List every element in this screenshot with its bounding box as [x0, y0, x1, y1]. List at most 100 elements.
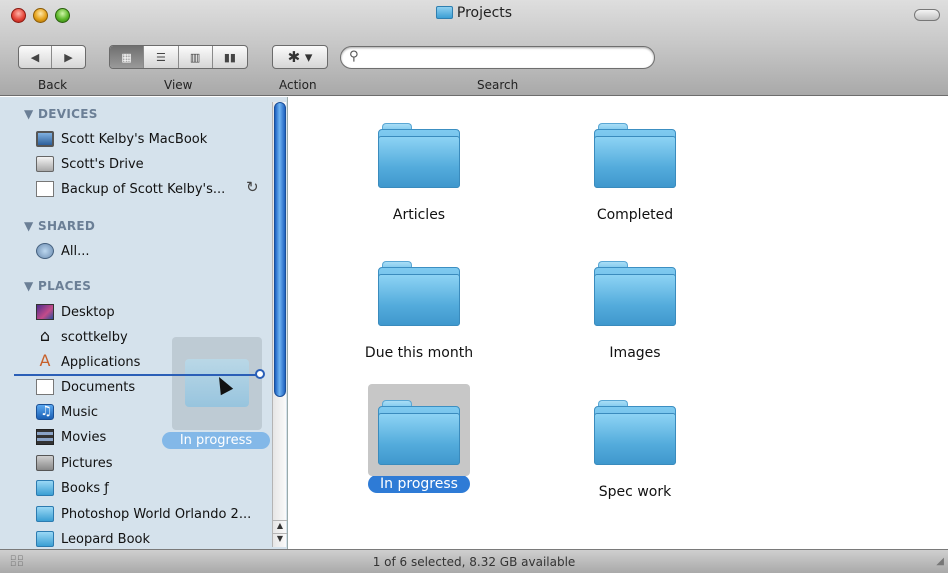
folder-icon: [36, 531, 54, 547]
folder-icon: [594, 123, 676, 188]
sidebar-item-music[interactable]: ♫ Music: [36, 401, 98, 423]
scroll-down-arrow-icon[interactable]: ▼: [273, 533, 287, 546]
coverflow-view-icon: ▮▮: [223, 50, 236, 64]
sidebar-item-label: All...: [61, 243, 90, 259]
drag-ghost-label: In progress: [162, 432, 270, 449]
folder-item-in-progress[interactable]: In progress: [329, 384, 509, 493]
column-view-button[interactable]: ▥: [179, 46, 213, 68]
sidebar-item-backup[interactable]: Backup of Scott Kelby's...: [36, 178, 225, 200]
sidebar-item-desktop[interactable]: Desktop: [36, 301, 115, 323]
toolbar-toggle-button[interactable]: [914, 9, 940, 21]
sidebar-section-devices[interactable]: ▼ DEVICES: [24, 107, 98, 121]
search-field[interactable]: ⚲: [340, 46, 655, 69]
window-title-area: Projects: [0, 5, 948, 21]
column-view-icon: ▥: [189, 50, 201, 64]
drop-indicator-dot: [255, 369, 265, 379]
folder-label: Images: [609, 345, 661, 361]
forward-arrow-icon: ▶: [64, 50, 73, 64]
back-forward-control: ◀ ▶: [18, 45, 86, 69]
folder-label: In progress: [368, 475, 470, 493]
coverflow-view-button[interactable]: ▮▮: [213, 46, 247, 68]
sidebar-scrollbar[interactable]: ▲ ▼: [272, 102, 287, 547]
folder-icon: [378, 123, 460, 188]
search-label: Search: [477, 78, 519, 92]
list-view-button[interactable]: ☰: [144, 46, 179, 68]
sidebar-item-photoshop-world[interactable]: Photoshop World Orlando 2...: [36, 503, 251, 525]
window-resize-icon[interactable]: ◢: [936, 556, 944, 567]
folder-item-spec-work[interactable]: Spec work: [545, 400, 725, 501]
sidebar-item-label: Music: [61, 404, 98, 420]
list-view-icon: ☰: [155, 50, 166, 64]
sidebar-item-label: Scott Kelby's MacBook: [61, 131, 208, 147]
pictures-icon: [36, 455, 54, 471]
view-label: View: [164, 78, 193, 92]
folder-item-images[interactable]: Images: [545, 261, 725, 362]
search-icon: ⚲: [349, 49, 359, 64]
scrollbar-thumb[interactable]: [274, 102, 286, 397]
network-icon: [36, 243, 54, 259]
documents-icon: [36, 379, 54, 395]
back-button[interactable]: ◀: [19, 46, 53, 68]
action-button[interactable]: ✱ ▾: [272, 45, 328, 69]
toolbar: Projects ◀ ▶ ▦ ☰ ▥ ▮▮ ✱ ▾ ⚲ Back View Ac…: [0, 0, 948, 96]
folder-icon: [594, 400, 676, 465]
disk-image-icon: [36, 181, 54, 197]
sidebar-item-all[interactable]: All...: [36, 240, 90, 262]
sidebar-item-books[interactable]: Books ƒ: [36, 477, 109, 499]
search-input[interactable]: [367, 50, 642, 65]
laptop-icon: [36, 131, 54, 147]
home-icon: ⌂: [39, 326, 51, 345]
sidebar-item-label: Backup of Scott Kelby's...: [61, 181, 226, 197]
sidebar-item-home[interactable]: ⌂ scottkelby: [36, 326, 128, 348]
folder-item-completed[interactable]: Completed: [545, 123, 725, 224]
sync-icon[interactable]: ↻: [246, 178, 259, 196]
music-icon: ♫: [36, 404, 54, 420]
sidebar-item-label: scottkelby: [61, 329, 128, 345]
back-arrow-icon: ◀: [30, 50, 40, 64]
sidebar-item-pictures[interactable]: Pictures: [36, 452, 112, 474]
sidebar-item-label: Books ƒ: [61, 480, 109, 496]
status-bar: ▫▫ ▫▫ 1 of 6 selected, 8.32 GB available …: [0, 549, 948, 573]
folder-label: Spec work: [598, 484, 672, 500]
sidebar-item-documents[interactable]: Documents: [36, 376, 135, 398]
sidebar-item-label: Documents: [61, 379, 136, 395]
icon-view-icon: ▦: [121, 50, 132, 64]
sidebar-item-label: Pictures: [61, 455, 113, 471]
scroll-up-arrow-icon[interactable]: ▲: [273, 520, 287, 533]
folder-item-due-this-month[interactable]: Due this month: [329, 261, 509, 362]
sidebar-section-shared[interactable]: ▼ SHARED: [24, 219, 95, 233]
forward-button[interactable]: ▶: [52, 46, 85, 68]
folder-label: Articles: [392, 207, 446, 223]
sidebar-item-scotts-drive[interactable]: Scott's Drive: [36, 153, 144, 175]
sidebar-item-label: Scott's Drive: [61, 156, 144, 172]
back-label: Back: [38, 78, 68, 92]
sidebar-item-label: Photoshop World Orlando 2...: [61, 506, 252, 522]
sidebar-item-leopard-book[interactable]: Leopard Book: [36, 528, 150, 549]
sidebar-item-label: Leopard Book: [61, 531, 151, 547]
folder-icon: [368, 384, 470, 476]
folder-item-articles[interactable]: Articles: [329, 123, 509, 224]
window-title: Projects: [456, 5, 513, 21]
finder-window: Projects ◀ ▶ ▦ ☰ ▥ ▮▮ ✱ ▾ ⚲ Back View Ac…: [0, 0, 948, 573]
action-label: Action: [279, 78, 317, 92]
hard-drive-icon: [36, 156, 54, 172]
sidebar-item-label: Movies: [61, 429, 107, 445]
desktop-icon: [36, 304, 54, 320]
sidebar-item-movies[interactable]: Movies: [36, 426, 106, 448]
applications-icon: A: [39, 351, 51, 370]
sidebar-item-applications[interactable]: A Applications: [36, 351, 141, 373]
folder-icon: [594, 261, 676, 326]
icon-view-button[interactable]: ▦: [110, 46, 145, 68]
movies-icon: [36, 429, 54, 445]
folder-icon: [36, 506, 54, 522]
folder-icon: [378, 261, 460, 326]
folder-label: Completed: [596, 207, 674, 223]
view-control: ▦ ☰ ▥ ▮▮: [109, 45, 248, 69]
folder-content-area: Articles Completed Due this month Images…: [289, 97, 948, 549]
status-text: 1 of 6 selected, 8.32 GB available: [372, 555, 576, 569]
sidebar-section-places[interactable]: ▼ PLACES: [24, 279, 91, 293]
gear-icon: ✱ ▾: [287, 48, 313, 66]
sidebar-item-label: Applications: [61, 354, 141, 370]
folder-icon: [435, 6, 453, 19]
sidebar-item-macbook[interactable]: Scott Kelby's MacBook: [36, 128, 207, 150]
